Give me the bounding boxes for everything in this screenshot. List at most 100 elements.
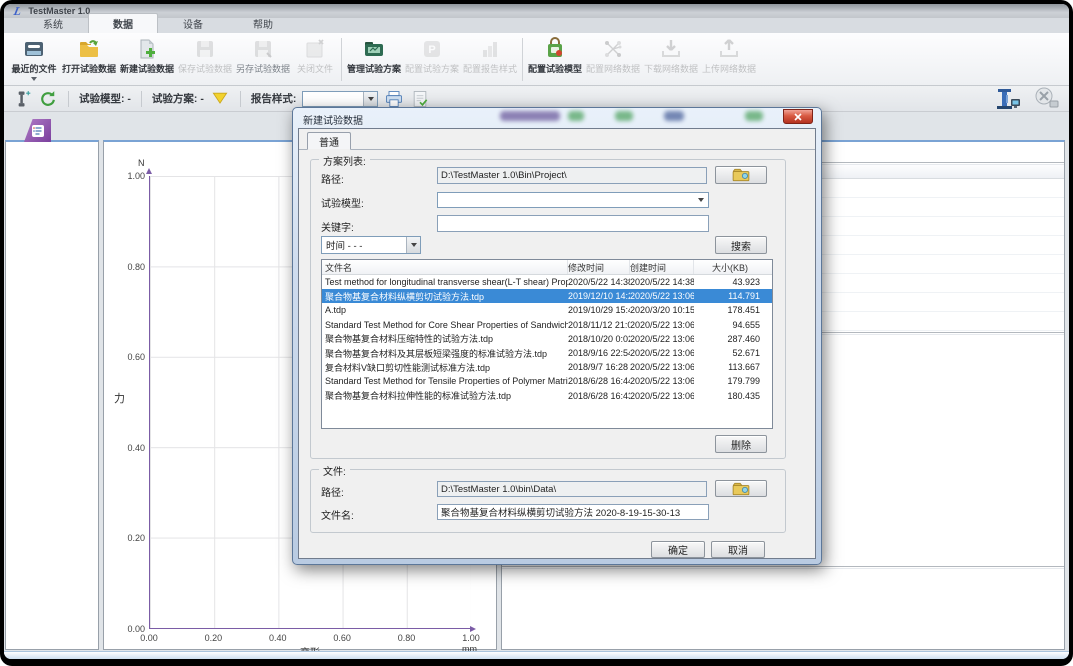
ribbon-tab-bar: 系统 数据 设备 帮助 (4, 18, 1069, 33)
configure-network-data-button: 配置网络数据 (584, 35, 642, 84)
file-group: 文件: (310, 469, 786, 533)
svg-text:P: P (428, 44, 435, 56)
plan-icon: P (420, 37, 444, 61)
x-axis-arrow-icon (470, 626, 476, 632)
dialog-close-button[interactable] (783, 109, 813, 124)
sidebar-tab-curve-list[interactable] (24, 119, 51, 142)
test-model-select[interactable] (437, 192, 709, 208)
glass-reflection (745, 111, 763, 121)
search-button[interactable]: 搜索 (715, 236, 767, 254)
table-row[interactable]: A.tdp2019/10/29 15:432020/3/20 10:15178.… (322, 303, 772, 317)
list-tree-icon (31, 124, 45, 138)
chevron-down-icon[interactable] (406, 237, 420, 253)
test-plan-status: 试验方案: - (152, 91, 204, 106)
col-modified[interactable]: 修改时间 (568, 260, 630, 274)
open-test-data-button[interactable]: 打开试验数据 (60, 35, 118, 84)
download-icon (659, 37, 683, 61)
folder-chart-icon (362, 37, 386, 61)
group-legend: 方案列表: (319, 153, 370, 168)
glass-reflection (500, 111, 560, 121)
time-filter-value: 时间 - - - (326, 238, 362, 252)
tab-system[interactable]: 系统 (18, 13, 88, 33)
recent-files-button[interactable]: 最近的文件 (8, 35, 60, 84)
table-row[interactable]: Standard Test Method for Core Shear Prop… (322, 318, 772, 332)
cancel-button[interactable]: 取消 (711, 541, 765, 558)
bar-chart-icon (478, 37, 502, 61)
button-label: 保存试验数据 (178, 62, 232, 75)
table-row-selected[interactable]: 聚合物基复合材料纵横剪切试验方法.tdp2019/12/10 14:232020… (322, 289, 772, 303)
keyword-label: 关键字: (321, 219, 354, 234)
dialog-title: 新建试验数据 (303, 112, 363, 127)
keyword-input[interactable] (437, 215, 709, 232)
button-label: 配置试验方案 (405, 62, 459, 75)
machine-status-icon[interactable] (993, 87, 1023, 111)
button-label: 上传网络数据 (702, 62, 756, 75)
button-label: 配置报告样式 (463, 62, 517, 75)
button-label: 另存试验数据 (236, 62, 290, 75)
new-test-data-button[interactable]: 新建试验数据 (118, 35, 176, 84)
app-frame: L TestMaster 1.0 系统 数据 设备 帮助 最近的文件 打开试验数… (4, 4, 1069, 659)
chevron-down-icon[interactable] (694, 193, 708, 207)
tab-strip-line (299, 149, 815, 150)
file-path-input[interactable] (437, 481, 707, 497)
upload-network-data-button: 上传网络数据 (700, 35, 758, 84)
table-row[interactable]: Test method for longitudinal transverse … (322, 275, 772, 289)
specimen-icon[interactable] (12, 89, 32, 109)
tab-general[interactable]: 普通 (307, 132, 351, 150)
table-row[interactable]: 聚合物基复合材料及其层板短梁强度的标准试验方法.tdp2018/9/16 22:… (322, 346, 772, 360)
save-as-test-data-button: 另存试验数据 (234, 35, 292, 84)
col-filename[interactable]: 文件名 (322, 260, 568, 274)
tab-data[interactable]: 数据 (88, 13, 158, 33)
dropdown-caret-icon (31, 77, 37, 81)
browse-file-path-button[interactable] (715, 480, 767, 497)
report-check-icon[interactable] (410, 89, 430, 109)
grid-divider (502, 566, 1064, 569)
time-filter-select[interactable]: 时间 - - - (321, 236, 421, 254)
network-disconnected-icon[interactable] (1031, 87, 1061, 111)
refresh-icon[interactable] (38, 89, 58, 109)
table-row[interactable]: 聚合物基复合材料拉伸性能的标准试验方法.tdp2018/6/28 16:4320… (322, 389, 772, 403)
close-icon (794, 113, 802, 121)
col-created[interactable]: 创建时间 (630, 260, 694, 274)
network-icon (601, 37, 625, 61)
table-row[interactable]: Standard Test Method for Tensile Propert… (322, 374, 772, 388)
x-axis-ticks: 0.00 0.20 0.40 0.60 0.80 1.00 (149, 633, 471, 643)
table-row[interactable]: 复合材料V缺口剪切性能测试标准方法.tdp2018/9/7 16:282020/… (322, 360, 772, 374)
browse-plan-path-button[interactable] (715, 166, 767, 184)
path-label: 路径: (321, 171, 344, 186)
dialog-client-area: 普通 方案列表: 路径: 试验模型: 关键字: 时间 - - - (298, 128, 816, 559)
chevron-down-icon[interactable] (363, 92, 377, 106)
plan-path-input[interactable] (437, 167, 707, 184)
table-header[interactable]: 文件名 修改时间 创建时间 大小(KB) (322, 260, 772, 275)
tab-help[interactable]: 帮助 (228, 13, 298, 33)
delete-button-label: 删除 (731, 437, 751, 452)
separator (240, 91, 241, 107)
file-name-input[interactable] (437, 504, 709, 520)
col-size[interactable]: 大小(KB) (694, 260, 772, 274)
save-icon (193, 37, 217, 61)
y-axis-arrow-icon (146, 168, 152, 174)
upload-icon (717, 37, 741, 61)
curve-list-panel[interactable] (5, 140, 99, 650)
manage-test-plan-button[interactable]: 管理试验方案 (345, 35, 403, 84)
group-legend: 文件: (319, 463, 350, 478)
printer-icon[interactable] (384, 89, 404, 109)
tab-device[interactable]: 设备 (158, 13, 228, 33)
glass-reflection (568, 111, 584, 121)
delete-button[interactable]: 删除 (715, 435, 767, 453)
ok-button[interactable]: 确定 (651, 541, 705, 558)
separator (68, 91, 69, 107)
configure-test-model-button[interactable]: 配置试验模型 (526, 35, 584, 84)
close-file-icon (303, 37, 327, 61)
filter-icon[interactable] (210, 89, 230, 109)
glass-reflection (664, 111, 684, 121)
button-label: 关闭文件 (297, 62, 333, 75)
plan-file-table[interactable]: 文件名 修改时间 创建时间 大小(KB) Test method for lon… (321, 259, 773, 429)
model-icon (543, 37, 567, 61)
configure-report-style-button: 配置报告样式 (461, 35, 519, 84)
table-row[interactable]: 聚合物基复合材料压缩特性的试验方法.tdp2018/10/20 0:022020… (322, 332, 772, 346)
report-style-select[interactable] (302, 91, 378, 107)
cancel-button-label: 取消 (728, 542, 748, 557)
ribbon-separator (341, 38, 342, 81)
ok-button-label: 确定 (668, 542, 688, 557)
